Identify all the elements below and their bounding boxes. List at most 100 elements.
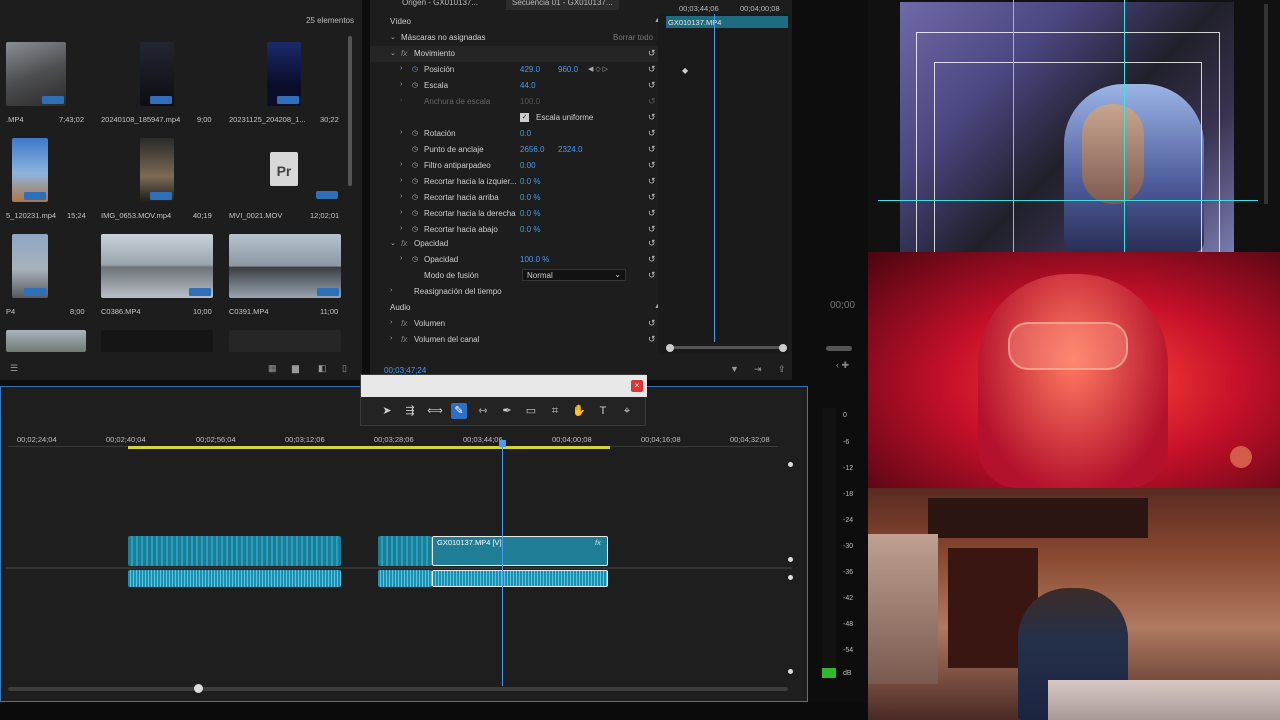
crop-left-value[interactable]: 0.0 % (520, 177, 540, 186)
track-height-handle-1[interactable] (786, 460, 795, 469)
clear-all-button[interactable]: Borrar todo (613, 33, 653, 42)
rotation-value[interactable]: 0.0 (520, 129, 531, 138)
tab-sequence[interactable]: Secuencia 01 - GX010137... (506, 0, 619, 10)
video-clip-1[interactable] (128, 536, 341, 566)
reset-icon[interactable]: ↺ (648, 80, 656, 91)
uniform-scale-row[interactable]: ✓ Escala uniforme ↺ (370, 110, 670, 126)
crop-tool-icon[interactable]: ⌗ (547, 403, 563, 419)
antiflicker-value[interactable]: 0.00 (520, 161, 536, 170)
monitor-zoom-slider[interactable] (826, 346, 852, 351)
reset-icon[interactable]: ↺ (648, 112, 656, 123)
chevron-right-icon[interactable]: › (390, 287, 392, 294)
record-icon[interactable] (1230, 446, 1252, 468)
reset-icon[interactable]: ↺ (648, 48, 656, 59)
playhead-handle[interactable] (499, 440, 506, 447)
crop-top-row[interactable]: › ◷ Recortar hacia arriba 0.0 % ↺ (370, 190, 670, 206)
program-monitor[interactable] (868, 0, 1280, 254)
chevron-right-icon[interactable]: › (400, 209, 402, 216)
crop-left-row[interactable]: › ◷ Recortar hacia la izquier... 0.0 % ↺ (370, 174, 670, 190)
track-select-icon[interactable]: ⇶ (402, 403, 418, 419)
position-row[interactable]: › ◷ Posición 429.0 960.0 ◀ ◇ ▷ ↺ (370, 62, 670, 78)
thumb-2[interactable] (140, 42, 174, 106)
ripple-trim-icon[interactable]: ⌖ (619, 403, 635, 419)
reset-icon[interactable]: ↺ (648, 254, 656, 265)
reset-icon[interactable]: ↺ (648, 318, 656, 329)
volume-row[interactable]: › fx Volumen ↺ (370, 316, 670, 332)
chevron-right-icon[interactable]: › (400, 255, 402, 262)
position-y-value[interactable]: 960.0 (558, 65, 578, 74)
ripple-edit-icon[interactable]: ⟺ (427, 403, 443, 419)
track-height-handle-4[interactable] (786, 667, 795, 676)
play-only-audio-icon[interactable]: ⇥ (754, 364, 762, 375)
hand-tool-icon[interactable]: ✋ (571, 403, 587, 419)
stopwatch-icon[interactable]: ◷ (412, 177, 418, 185)
blend-select[interactable]: Normal ⌄ (522, 269, 626, 281)
chevron-right-icon[interactable]: › (400, 193, 402, 200)
track-height-handle-2[interactable] (786, 555, 795, 564)
stopwatch-icon[interactable]: ◷ (412, 255, 418, 263)
position-x-value[interactable]: 429.0 (520, 65, 540, 74)
audio-clip-2[interactable] (378, 570, 432, 587)
masks-row[interactable]: ⌄ Máscaras no asignadas Borrar todo (370, 30, 670, 46)
chevron-right-icon[interactable]: › (390, 319, 392, 326)
anchor-x-value[interactable]: 2656.0 (520, 145, 544, 154)
reset-icon[interactable]: ↺ (648, 64, 656, 75)
scale-row[interactable]: › ◷ Escala 44.0 ↺ (370, 78, 670, 94)
reset-icon[interactable]: ↺ (648, 334, 656, 345)
monitor-nav-icon[interactable]: ‹ ✚ (836, 360, 849, 371)
thumb-9[interactable] (229, 234, 341, 298)
new-item-icon[interactable]: ◧ (318, 363, 327, 374)
reset-icon[interactable]: ↺ (648, 176, 656, 187)
reset-icon[interactable]: ↺ (648, 208, 656, 219)
thumb-11[interactable] (101, 330, 213, 352)
monitor-timecode[interactable]: 00;00 (830, 300, 855, 311)
project-scrollbar[interactable] (348, 36, 352, 186)
freeform-icon[interactable]: ▦ (268, 363, 277, 374)
thumb-7[interactable] (12, 234, 48, 298)
thumb-10[interactable] (6, 330, 86, 352)
tab-origin[interactable]: Origen - GX010137... (396, 0, 484, 10)
tools-panel-header[interactable] (361, 375, 647, 397)
list-view-icon[interactable]: ☰ (10, 363, 18, 374)
new-bin-icon[interactable]: ▆ (292, 363, 299, 374)
crop-right-value[interactable]: 0.0 % (520, 209, 540, 218)
keyframe-nav-icon[interactable]: ◀ ◇ ▷ (588, 65, 608, 73)
time-remap-row[interactable]: › Reasignación del tiempo (370, 284, 670, 300)
reset-icon[interactable]: ↺ (648, 144, 656, 155)
video-clip-2[interactable] (378, 536, 432, 566)
work-area-bar[interactable] (128, 446, 610, 449)
thumb-5[interactable] (140, 138, 174, 202)
thumb-4[interactable] (12, 138, 48, 202)
chevron-right-icon[interactable]: › (400, 65, 402, 72)
timeline-hscroll[interactable] (8, 687, 788, 691)
thumb-12[interactable] (229, 330, 341, 352)
reset-icon[interactable]: ↺ (648, 160, 656, 171)
reset-icon[interactable]: ↺ (648, 128, 656, 139)
chevron-right-icon[interactable]: › (400, 177, 402, 184)
track-height-handle-3[interactable] (786, 573, 795, 582)
scale-value[interactable]: 44.0 (520, 81, 536, 90)
motion-row[interactable]: ⌄ fx Movimiento ↺ (370, 46, 670, 62)
stopwatch-icon[interactable]: ◷ (412, 129, 418, 137)
rectangle-tool-icon[interactable]: ▭ (523, 403, 539, 419)
opacity-value[interactable]: 100.0 % (520, 255, 549, 264)
crop-top-value[interactable]: 0.0 % (520, 193, 540, 202)
chevron-right-icon[interactable]: › (400, 129, 402, 136)
stopwatch-icon[interactable]: ◷ (412, 65, 418, 73)
close-icon[interactable]: × (631, 380, 643, 392)
export-icon[interactable]: ⇪ (778, 364, 786, 375)
slip-tool-icon[interactable]: ⇿ (475, 403, 491, 419)
mini-scroll-handle-right[interactable] (779, 344, 787, 352)
stopwatch-icon[interactable]: ◷ (412, 209, 418, 217)
monitor-scroll[interactable] (1264, 4, 1268, 204)
crop-right-row[interactable]: › ◷ Recortar hacia la derecha 0.0 % ↺ (370, 206, 670, 222)
reset-icon[interactable]: ↺ (648, 270, 656, 281)
anchor-y-value[interactable]: 2324.0 (558, 145, 582, 154)
antiflicker-row[interactable]: › ◷ Filtro antiparpadeo 0.00 ↺ (370, 158, 670, 174)
reset-icon[interactable]: ↺ (648, 238, 656, 249)
audio-clip-1[interactable] (128, 570, 341, 587)
pen-tool-icon[interactable]: ✒ (499, 403, 515, 419)
filter-icon[interactable]: ▼ (730, 364, 739, 374)
mini-scroll-handle-left[interactable] (666, 344, 674, 352)
chevron-right-icon[interactable]: › (400, 225, 402, 232)
